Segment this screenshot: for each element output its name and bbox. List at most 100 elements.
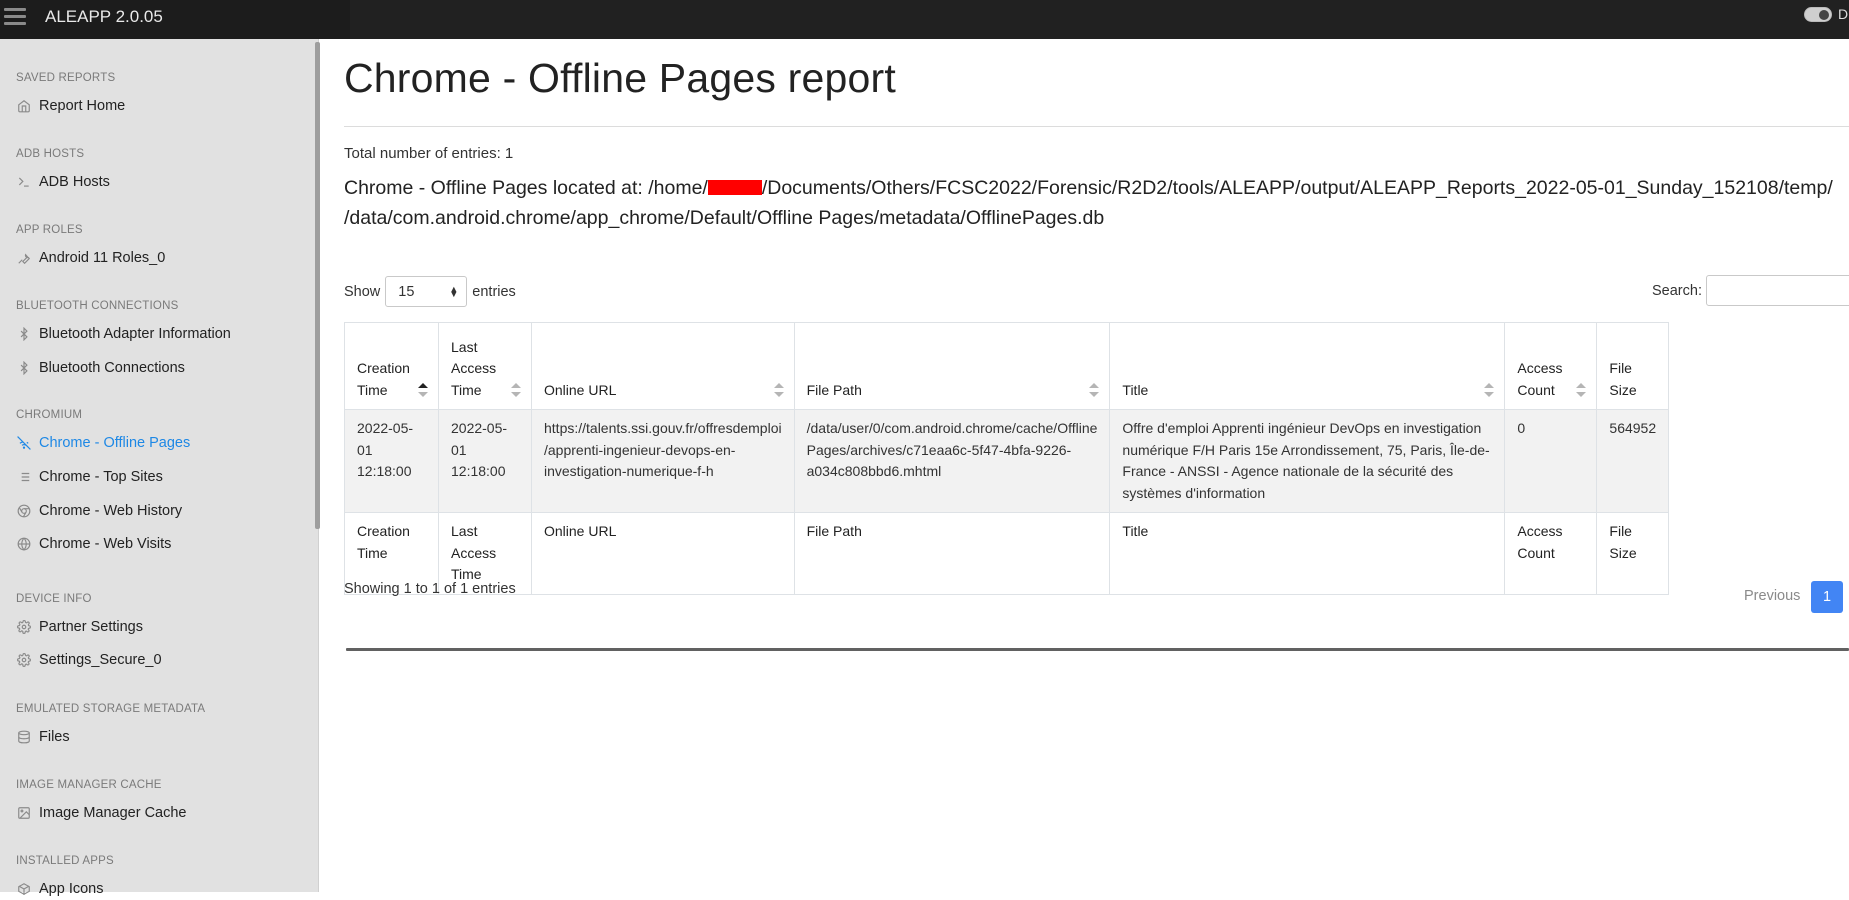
column-header-label: Last Access Time	[451, 338, 497, 398]
source-path-prefix: Chrome - Offline Pages located at: /home…	[344, 177, 708, 199]
sidebar-item-label: Image Manager Cache	[39, 805, 187, 821]
sidebar-item-label: Files	[39, 729, 70, 745]
sidebar-item-label: Report Home	[39, 98, 126, 114]
sidebar-item-label: Chrome - Offline Pages	[39, 435, 191, 451]
sidebar-item[interactable]: Bluetooth Adapter Information	[16, 323, 231, 345]
column-footer: Online URL	[531, 512, 795, 595]
column-header-label: Title	[1122, 381, 1149, 398]
table-cell: https://talents.ssi.gouv.fr/offresdemplo…	[531, 409, 795, 513]
previous-page-button[interactable]: Previous	[1744, 588, 1800, 604]
divider	[344, 126, 1849, 127]
sidebar-heading: BLUETOOTH CONNECTIONS	[16, 300, 179, 312]
table-header-row: Creation Time Last Access Time Online URL F…	[344, 322, 1670, 410]
database-icon	[16, 730, 31, 745]
app-title: ALEAPP 2.0.05	[45, 7, 163, 26]
bluetooth-icon	[16, 361, 31, 376]
column-footer: Access Count	[1504, 512, 1598, 595]
column-header[interactable]: Last Access Time	[438, 322, 532, 410]
sort-icon	[773, 383, 784, 397]
table-cell: 2022-05-01 12:18:00	[438, 409, 532, 513]
sidebar-heading: ADB HOSTS	[16, 148, 85, 160]
source-path-rest: /Documents/Others/FCSC2022/Forensic/R2D2…	[761, 177, 1833, 199]
top-navbar: ALEAPP 2.0.05 D	[0, 0, 1849, 39]
data-table: Creation Time Last Access Time Online URL F…	[344, 322, 1670, 595]
dark-mode-toggle[interactable]	[1804, 7, 1832, 22]
globe-icon	[16, 537, 31, 552]
page-title: Chrome - Offline Pages report	[344, 55, 896, 101]
sidebar-item[interactable]: Chrome - Web History	[16, 500, 182, 522]
sidebar-item-label: Settings_Secure_0	[39, 652, 162, 668]
column-header[interactable]: Title	[1109, 322, 1506, 410]
sidebar-item-label: Chrome - Top Sites	[39, 469, 163, 485]
sidebar-heading: INSTALLED APPS	[16, 855, 114, 867]
column-header-label: File Path	[806, 381, 862, 398]
sidebar-item[interactable]: App Icons	[16, 878, 104, 900]
sidebar-item[interactable]: Android 11 Roles_0	[16, 247, 165, 269]
toggle-label: D	[1838, 6, 1849, 22]
column-footer: File Path	[793, 512, 1111, 595]
sidebar-item-label: ADB Hosts	[39, 174, 110, 190]
table-cell: 2022-05-01 12:18:00	[344, 409, 439, 513]
page-button-1[interactable]: 1	[1811, 581, 1843, 613]
sort-icon	[1089, 383, 1100, 397]
sidebar-item[interactable]: Report Home	[16, 95, 125, 117]
sidebar-item[interactable]: Chrome - Web Visits	[16, 533, 171, 555]
table-footer-row: Creation Time Last Access Time Online URL F…	[344, 512, 1670, 595]
page-length-select[interactable]: 15 ▲ ▼	[385, 276, 468, 307]
settings-icon	[16, 653, 31, 668]
column-footer: Title	[1109, 512, 1506, 595]
bluetooth-icon	[16, 327, 31, 342]
sidebar-item-label: App Icons	[39, 881, 104, 897]
source-path: Chrome - Offline Pages located at: /home…	[344, 173, 1833, 233]
sidebar-heading: SAVED REPORTS	[16, 72, 116, 84]
sidebar-heading: DEVICE INFO	[16, 593, 92, 605]
column-header[interactable]: Online URL	[531, 322, 795, 410]
page-length-control: Show 15 ▲ ▼ entries	[344, 276, 516, 307]
sidebar-item[interactable]: Partner Settings	[16, 616, 143, 638]
total-entries: Total number of entries: 1	[344, 145, 514, 162]
sort-icon	[1576, 383, 1587, 397]
column-header-label: Access Count	[1517, 360, 1563, 398]
page-length-value: 15	[398, 283, 415, 300]
column-header[interactable]: File Size	[1596, 322, 1670, 410]
sidebar-item[interactable]: Settings_Secure_0	[16, 649, 162, 671]
wifi-off-icon	[16, 436, 31, 451]
sort-icon	[1484, 383, 1495, 397]
sidebar-heading: CHROMIUM	[16, 409, 83, 421]
sort-icon	[511, 383, 521, 397]
sidebar-heading: EMULATED STORAGE METADATA	[16, 703, 206, 715]
sort-icon	[418, 383, 428, 397]
show-label: Show	[344, 283, 381, 300]
horizontal-scrollbar[interactable]	[346, 648, 1849, 651]
sidebar-item-label: Chrome - Web Visits	[39, 536, 172, 552]
column-header-label: Online URL	[544, 381, 617, 398]
sidebar-item[interactable]: ADB Hosts	[16, 171, 110, 193]
sidebar-item-label: Bluetooth Connections	[39, 360, 185, 376]
sidebar-item-label: Partner Settings	[39, 619, 143, 635]
column-footer: File Size	[1596, 512, 1670, 595]
column-header-label: Creation Time	[357, 360, 410, 398]
sidebar-item[interactable]: Image Manager Cache	[16, 802, 187, 824]
sidebar-item[interactable]: Chrome - Top Sites	[16, 466, 163, 488]
table-cell: Offre d'emploi Apprenti ingénieur DevOps…	[1109, 409, 1506, 513]
chrome-icon	[16, 504, 31, 519]
list-icon	[16, 470, 31, 485]
table-cell: 564952	[1596, 409, 1670, 513]
sidebar-item[interactable]: Chrome - Offline Pages	[16, 432, 190, 454]
sidebar-item-label: Chrome - Web History	[39, 503, 183, 519]
sidebar: SAVED REPORTS Report Home ADB HOSTS ADB Hos…	[0, 39, 320, 897]
main-content: Chrome - Offline Pages report Total numb…	[319, 39, 1849, 892]
column-header[interactable]: Access Count	[1504, 322, 1598, 410]
sidebar-item[interactable]: Bluetooth Connections	[16, 357, 185, 379]
menu-icon[interactable]	[4, 4, 28, 30]
column-header-label: File Size	[1609, 360, 1637, 398]
sidebar-item-label: Bluetooth Adapter Information	[39, 326, 231, 342]
table-cell: 0	[1504, 409, 1598, 513]
search-input[interactable]	[1706, 275, 1849, 306]
sidebar-item[interactable]: Files	[16, 726, 70, 748]
column-header[interactable]: Creation Time	[344, 322, 439, 410]
sidebar-heading: IMAGE MANAGER CACHE	[16, 779, 162, 791]
search-label: Search:	[1652, 283, 1702, 299]
package-icon	[16, 882, 31, 897]
column-header[interactable]: File Path	[793, 322, 1111, 410]
